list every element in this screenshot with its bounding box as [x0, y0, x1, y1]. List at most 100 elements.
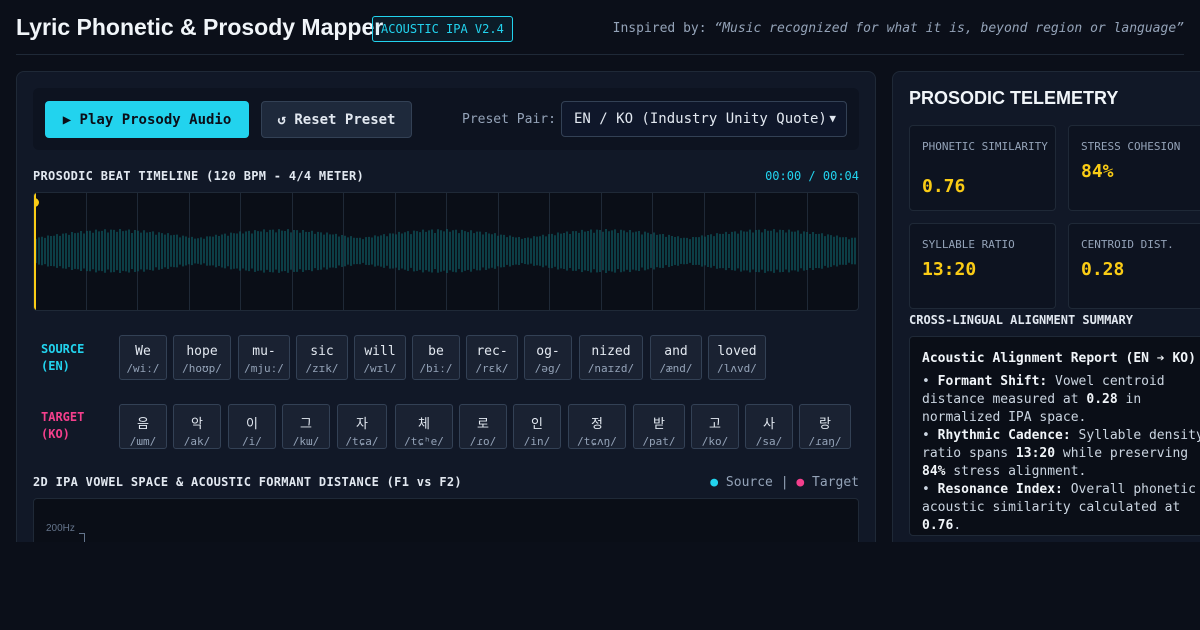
target-token[interactable]: 음/ɯm/ — [119, 404, 167, 449]
timecode: 00:00 / 00:04 — [765, 169, 859, 183]
source-token[interactable]: will/wɪl/ — [354, 335, 406, 380]
token-ipa: /ko/ — [701, 435, 729, 448]
source-dot-icon: ● — [710, 475, 719, 490]
token-word: hope — [186, 344, 218, 359]
token-word: 체 — [418, 417, 430, 432]
token-word: loved — [717, 344, 757, 359]
playhead[interactable] — [34, 193, 39, 310]
token-ipa: /zɪk/ — [305, 362, 339, 375]
token-ipa: /wiː/ — [126, 362, 160, 375]
token-ipa: /ɾaŋ/ — [808, 435, 842, 448]
inspired-quote: “Music recognized for what it is, beyond… — [714, 21, 1184, 36]
token-ipa: /i/ — [242, 435, 262, 448]
token-word: 사 — [763, 417, 775, 432]
token-ipa: /ɾo/ — [469, 435, 497, 448]
token-word: 로 — [477, 417, 489, 432]
prosodic-timeline[interactable] — [33, 192, 859, 311]
token-ipa: /kɯ/ — [292, 435, 320, 448]
token-ipa: /sa/ — [755, 435, 783, 448]
controls-bar: ▶ Play Prosody Audio ↺ Reset Preset Pres… — [33, 88, 859, 150]
target-token[interactable]: 그/kɯ/ — [282, 404, 330, 449]
source-token[interactable]: We/wiː/ — [119, 335, 167, 380]
token-word: 그 — [300, 417, 312, 432]
token-word: mu- — [252, 344, 276, 359]
target-token[interactable]: 이/i/ — [228, 404, 276, 449]
token-word: 고 — [709, 417, 721, 432]
token-word: be — [428, 344, 444, 359]
target-token[interactable]: 정/tɕʌŋ/ — [568, 404, 626, 449]
target-token[interactable]: 랑/ɾaŋ/ — [799, 404, 851, 449]
source-token[interactable]: sic/zɪk/ — [296, 335, 348, 380]
token-word: 인 — [531, 417, 543, 432]
vowel-legend: ● Source | ● Target — [710, 475, 859, 490]
token-ipa: /tɕʌŋ/ — [577, 435, 617, 448]
token-ipa: /əg/ — [534, 362, 562, 375]
token-ipa: /ak/ — [183, 435, 211, 448]
target-token[interactable]: 사/sa/ — [745, 404, 793, 449]
token-ipa: /naɪzd/ — [587, 362, 635, 375]
telemetry-panel: PROSODIC TELEMETRY PHONETIC SIMILARITY 0… — [892, 71, 1200, 591]
reset-preset-button[interactable]: ↺ Reset Preset — [261, 101, 412, 138]
version-badge: ACOUSTIC IPA V2.4 — [372, 16, 513, 42]
app-title: Lyric Phonetic & Prosody Mapper — [16, 14, 384, 40]
alignment-summary-title: CROSS-LINGUAL ALIGNMENT SUMMARY — [909, 313, 1133, 327]
token-ipa: /pat/ — [642, 435, 676, 448]
token-ipa: /hoʊp/ — [182, 362, 222, 375]
token-word: rec- — [476, 344, 508, 359]
token-ipa: /rɛk/ — [475, 362, 509, 375]
token-word: 정 — [591, 417, 603, 432]
target-token[interactable]: 로/ɾo/ — [459, 404, 507, 449]
top-header: Lyric Phonetic & Prosody Mapper ACOUSTIC… — [16, 0, 1184, 55]
token-ipa: /lʌvd/ — [717, 362, 757, 375]
token-ipa: /wɪl/ — [363, 362, 397, 375]
target-label: TARGET (KO) — [41, 410, 85, 441]
token-word: og- — [536, 344, 560, 359]
preset-label: Preset Pair: — [462, 112, 556, 127]
target-dot-icon: ● — [796, 475, 805, 490]
play-prosody-button[interactable]: ▶ Play Prosody Audio — [45, 101, 249, 138]
token-ipa: /tɕa/ — [345, 435, 379, 448]
inspired-label: Inspired by: — [612, 21, 707, 36]
source-token[interactable]: rec- /rɛk/ — [466, 335, 518, 380]
token-word: and — [664, 344, 688, 359]
metric-phonetic-similarity: PHONETIC SIMILARITY 0.76 — [909, 125, 1056, 211]
token-word: 악 — [191, 417, 203, 432]
report-title: Acoustic Alignment Report (EN ➔ KO) — [922, 351, 1196, 366]
timeline-title: PROSODIC BEAT TIMELINE (120 BPM - 4/4 ME… — [33, 169, 365, 183]
telemetry-title: PROSODIC TELEMETRY — [909, 88, 1119, 108]
inspired-by: Inspired by: “Music recognized for what … — [613, 21, 1184, 36]
report-item-rhythm: • Rhythmic Cadence: Syllable density rat… — [922, 428, 1200, 479]
source-token[interactable]: hope/hoʊp/ — [173, 335, 231, 380]
target-token[interactable]: 받/pat/ — [633, 404, 685, 449]
page-bottom — [0, 542, 1200, 630]
main-panel: ▶ Play Prosody Audio ↺ Reset Preset Pres… — [16, 71, 876, 591]
token-ipa: /ɯm/ — [129, 435, 157, 448]
token-ipa: /mjuː/ — [244, 362, 284, 375]
token-ipa: /tɕʰe/ — [404, 435, 444, 448]
source-token[interactable]: loved/lʌvd/ — [708, 335, 766, 380]
metric-centroid-distance: CENTROID DIST. 0.28 — [1068, 223, 1200, 309]
axis-tick-label: 200Hz — [46, 523, 75, 534]
token-ipa: /biː/ — [419, 362, 453, 375]
source-token[interactable]: and/ænd/ — [650, 335, 702, 380]
source-token[interactable]: nized/naɪzd/ — [579, 335, 643, 380]
token-ipa: /in/ — [523, 435, 551, 448]
token-word: 자 — [356, 417, 368, 432]
token-word: nized — [591, 344, 631, 359]
token-word: We — [135, 344, 151, 359]
preset-select[interactable]: EN / KO (Industry Unity Quote) ▼ — [561, 101, 847, 137]
preset-selected-value: EN / KO (Industry Unity Quote) — [574, 111, 827, 127]
chevron-down-icon: ▼ — [829, 112, 836, 125]
report-item-resonance: • Resonance Index: Overall phonetic acou… — [922, 482, 1196, 533]
source-token[interactable]: mu- /mjuː/ — [238, 335, 290, 380]
target-token[interactable]: 자/tɕa/ — [337, 404, 387, 449]
alignment-report: Acoustic Alignment Report (EN ➔ KO) • Fo… — [909, 336, 1200, 536]
target-token[interactable]: 고/ko/ — [691, 404, 739, 449]
source-token[interactable]: og- /əg/ — [524, 335, 572, 380]
target-token[interactable]: 체/tɕʰe/ — [395, 404, 453, 449]
token-word: 이 — [246, 417, 258, 432]
target-token[interactable]: 악/ak/ — [173, 404, 221, 449]
source-token[interactable]: be/biː/ — [412, 335, 460, 380]
target-token[interactable]: 인/in/ — [513, 404, 561, 449]
token-word: 랑 — [819, 417, 831, 432]
